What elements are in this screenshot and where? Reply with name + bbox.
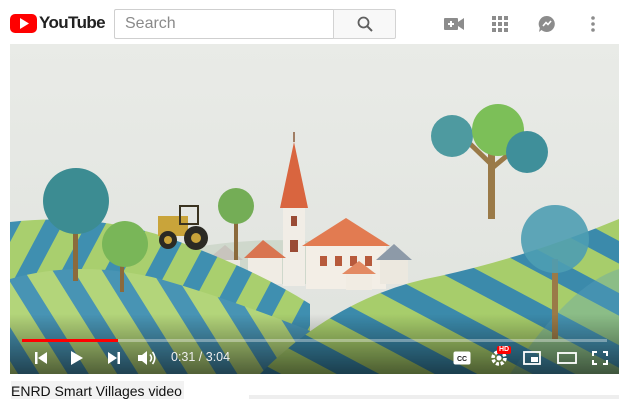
miniplayer-icon [523, 351, 541, 365]
youtube-logo[interactable]: YouTube [10, 12, 106, 34]
masthead: YouTube [0, 0, 619, 44]
video-title: ENRD Smart Villages video [11, 381, 184, 399]
progress-bar[interactable] [22, 339, 607, 342]
create-video-button[interactable] [442, 12, 466, 36]
next-icon [108, 352, 120, 364]
apps-button[interactable] [488, 12, 512, 36]
more-options-icon [591, 16, 595, 32]
video-player[interactable]: 0:31 / 3:04 CC HD [10, 44, 619, 374]
previous-icon [35, 352, 47, 364]
youtube-page: YouTube Search 0:31 / 3:04 CC HD ENRD Sm… [0, 0, 619, 399]
play-icon [71, 351, 83, 365]
messages-button[interactable] [535, 12, 559, 36]
youtube-play-logo-icon [10, 13, 37, 33]
svg-text:CC: CC [457, 356, 467, 363]
below-player-strip [249, 395, 619, 399]
logo-wordmark: YouTube [39, 13, 106, 32]
search-button[interactable] [333, 9, 396, 39]
hd-badge: HD [497, 346, 512, 354]
mute-button[interactable] [135, 346, 159, 370]
progress-bar-played [22, 339, 118, 342]
search-box [114, 9, 334, 39]
fullscreen-icon [592, 351, 608, 365]
theater-mode-icon [557, 352, 577, 364]
create-video-icon [444, 18, 464, 30]
volume-icon [138, 351, 156, 365]
apps-grid-icon [492, 16, 508, 32]
search-input[interactable] [115, 10, 334, 38]
search-icon [357, 16, 373, 32]
messages-icon [538, 15, 555, 32]
more-options-button[interactable] [581, 12, 605, 36]
subtitles-button[interactable]: CC [451, 346, 473, 370]
play-button[interactable] [65, 346, 89, 370]
theater-mode-button[interactable] [554, 346, 580, 370]
miniplayer-button[interactable] [520, 346, 544, 370]
fullscreen-button[interactable] [589, 346, 611, 370]
time-display: 0:31 / 3:04 [171, 350, 231, 364]
next-button[interactable] [103, 346, 125, 370]
previous-button[interactable] [30, 346, 52, 370]
captions-icon: CC [453, 351, 471, 365]
settings-button[interactable]: HD [486, 346, 512, 370]
